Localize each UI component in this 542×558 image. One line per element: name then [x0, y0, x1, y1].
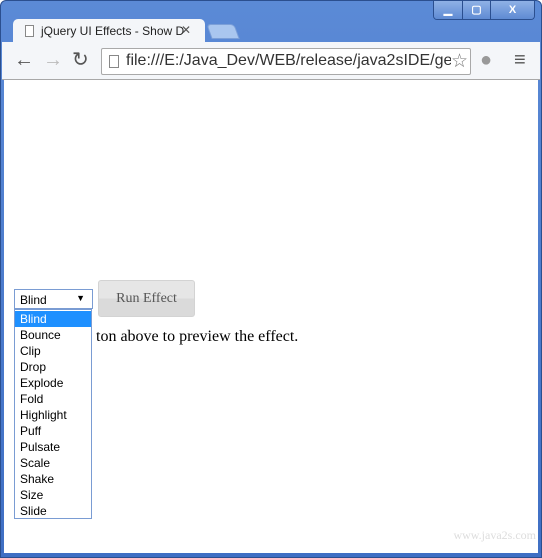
back-icon[interactable]: ← — [14, 49, 34, 71]
option-size[interactable]: Size — [15, 487, 91, 503]
url-text: file:///E:/Java_Dev/WEB/release/java2sID… — [126, 52, 462, 69]
option-highlight[interactable]: Highlight — [15, 407, 91, 423]
run-effect-button[interactable]: Run Effect — [98, 280, 195, 317]
close-tab-icon[interactable]: ✕ — [181, 23, 191, 37]
watermark: www.java2s.com — [453, 528, 536, 542]
page-icon — [109, 55, 119, 68]
option-bounce[interactable]: Bounce — [15, 327, 91, 343]
page-icon — [25, 25, 34, 37]
dropdown-arrow-icon: ▼ — [76, 293, 85, 303]
option-fold[interactable]: Fold — [15, 391, 91, 407]
option-puff[interactable]: Puff — [15, 423, 91, 439]
effect-select[interactable]: Blind ▼ — [14, 289, 93, 309]
reload-icon[interactable]: ↻ — [72, 49, 89, 71]
option-blind[interactable]: Blind — [15, 311, 91, 327]
star-icon[interactable]: ☆ — [450, 50, 468, 73]
menu-icon[interactable]: ≡ — [514, 49, 526, 71]
option-explode[interactable]: Explode — [15, 375, 91, 391]
option-clip[interactable]: Clip — [15, 343, 91, 359]
forward-icon[interactable]: → — [43, 49, 63, 71]
close-window-button[interactable]: X — [490, 1, 534, 19]
browser-tab[interactable]: jQuery UI Effects - Show D ✕ — [13, 19, 205, 43]
tab-title: jQuery UI Effects - Show D — [41, 24, 185, 38]
option-scale[interactable]: Scale — [15, 455, 91, 471]
toolbar: ← → ↻ file:///E:/Java_Dev/WEB/release/ja… — [2, 42, 540, 80]
minimize-button[interactable]: ▁ — [434, 1, 462, 19]
option-shake[interactable]: Shake — [15, 471, 91, 487]
instruction-text: ton above to preview the effect. — [96, 328, 299, 345]
option-pulsate[interactable]: Pulsate — [15, 439, 91, 455]
maximize-button[interactable]: ▢ — [462, 1, 490, 19]
window-controls: ▁ ▢ X — [433, 1, 535, 20]
extension-stop-icon[interactable]: ● — [480, 49, 492, 71]
address-bar[interactable]: file:///E:/Java_Dev/WEB/release/java2sID… — [101, 48, 471, 75]
effect-options-list[interactable]: Blind Bounce Clip Drop Explode Fold Highlight P… — [14, 309, 92, 519]
new-tab-button[interactable] — [206, 24, 240, 39]
option-drop[interactable]: Drop — [15, 359, 91, 375]
select-value: Blind — [20, 293, 47, 307]
option-slide[interactable]: Slide — [15, 503, 91, 519]
